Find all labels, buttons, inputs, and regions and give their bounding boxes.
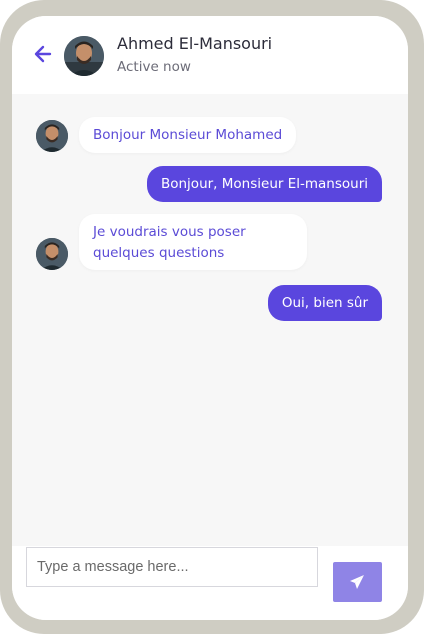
send-button[interactable]	[333, 562, 382, 602]
message-avatar	[36, 120, 68, 152]
outgoing-message: Oui, bien sûr	[267, 285, 382, 321]
contact-avatar[interactable]	[64, 36, 104, 76]
incoming-message: Bonjour Monsieur Mohamed	[79, 117, 297, 153]
incoming-message: Je voudrais vous poser quelques question…	[79, 214, 307, 270]
arrow-left-icon	[34, 45, 52, 63]
message-avatar	[36, 238, 68, 270]
contact-status: Active now	[117, 59, 191, 75]
chat-header: Ahmed El-Mansouri Active now	[12, 16, 408, 94]
chat-window: Ahmed El-Mansouri Active now Bonjour Mon…	[12, 16, 408, 620]
back-button[interactable]	[34, 44, 52, 64]
message-input[interactable]	[26, 547, 318, 587]
outgoing-message: Bonjour, Monsieur El-mansouri	[146, 166, 382, 202]
contact-name: Ahmed El-Mansouri	[117, 34, 273, 53]
paper-plane-icon	[350, 575, 364, 589]
